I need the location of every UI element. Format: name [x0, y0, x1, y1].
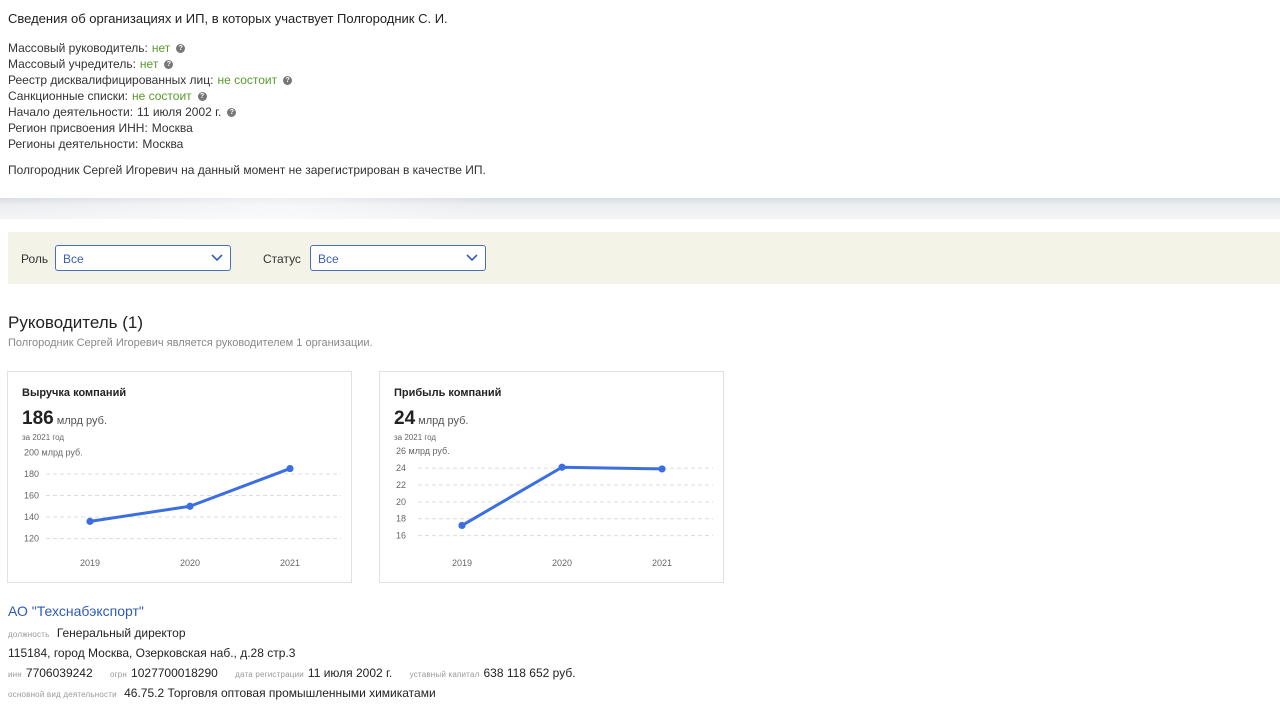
profit-chart: 16 18 20 22 24 26 млрд руб. 2019 2020 2021	[396, 446, 713, 568]
card-year: за 2021 год	[394, 433, 437, 442]
x-tick-label: 2021	[280, 558, 300, 568]
y-tick-label: 26 млрд руб.	[396, 446, 450, 456]
fact-value: 11 июля 2002 г.	[137, 105, 222, 119]
card-value: 24 млрд руб.	[394, 408, 468, 430]
fact-value: нет	[139, 57, 159, 71]
help-icon[interactable]: ?	[283, 75, 293, 85]
org-position-row: должность Генеральный директор	[8, 626, 186, 640]
x-tick-label: 2020	[180, 558, 200, 568]
fact-value: нет	[151, 41, 171, 55]
capital-label: уставный капитал	[409, 670, 480, 679]
fact-row: Регионы деятельности: Москва	[8, 136, 292, 152]
ip-note: Полгородник Сергей Игоревич на данный мо…	[8, 163, 486, 177]
info-panel: Сведения об организациях и ИП, в которых…	[0, 0, 1280, 200]
card-year: за 2021 год	[22, 433, 65, 442]
y-tick-label: 16	[396, 531, 406, 541]
x-tick-label: 2021	[652, 558, 672, 568]
fact-label: Реестр дисквалифицированных лиц:	[8, 73, 214, 87]
position-value: Генеральный директор	[56, 626, 186, 640]
fact-label: Начало деятельности:	[8, 105, 134, 119]
role-label: Роль	[21, 252, 49, 266]
data-point	[658, 465, 666, 473]
ogrn-label: огрн	[110, 670, 128, 679]
fact-label: Регионы деятельности:	[8, 137, 139, 151]
page-title: Сведения об организациях и ИП, в которых…	[8, 11, 448, 26]
org-ids-row: инн 7706039242 огрн 1027700018290 дата рег…	[8, 666, 590, 680]
status-select[interactable]: Все	[310, 245, 486, 271]
activity-label: основной вид деятельности	[8, 690, 117, 699]
y-tick-label: 18	[396, 514, 406, 524]
x-tick-label: 2019	[80, 558, 100, 568]
y-tick-label: 160	[24, 491, 39, 501]
fact-value: не состоит	[131, 89, 192, 103]
fact-label: Регион присвоения ИНН:	[8, 121, 148, 135]
y-tick-label: 120	[24, 534, 39, 544]
x-tick-label: 2019	[452, 558, 472, 568]
help-icon[interactable]: ?	[164, 59, 174, 69]
fact-value: Москва	[151, 121, 193, 135]
fact-label: Массовый учредитель:	[8, 57, 136, 71]
card-value-number: 186	[22, 408, 54, 429]
fact-value: Москва	[142, 137, 184, 151]
facts-list: Массовый руководитель: нет? Массовый учред…	[8, 40, 293, 152]
reg-date-label: дата регистрации	[235, 670, 304, 679]
decorative-band	[0, 198, 1280, 219]
chevron-down-icon	[211, 254, 223, 262]
card-value-number: 24	[394, 408, 416, 429]
status-select-value: Все	[318, 252, 339, 266]
card-value-unit: млрд руб.	[56, 415, 107, 427]
fact-row: Санкционные списки: не состоит?	[8, 88, 292, 104]
help-icon[interactable]: ?	[227, 107, 237, 117]
x-tick-label: 2020	[552, 558, 572, 568]
fact-label: Санкционные списки:	[8, 89, 128, 103]
inn-value: 7706039242	[25, 666, 93, 680]
card-value: 186 млрд руб.	[22, 408, 107, 430]
y-tick-label: 22	[396, 480, 406, 490]
fact-row: Реестр дисквалифицированных лиц: не состо…	[8, 72, 293, 88]
y-tick-label: 140	[24, 512, 39, 522]
y-tick-label: 20	[396, 497, 406, 507]
fact-row: Регион присвоения ИНН: Москва	[8, 120, 292, 136]
chevron-down-icon	[466, 254, 478, 262]
inn-label: инн	[8, 670, 22, 679]
data-point	[286, 464, 294, 473]
data-point	[86, 517, 94, 525]
y-tick-label: 24	[396, 463, 406, 473]
profit-card: Прибыль компаний 24 млрд руб. за 2021 год…	[379, 371, 724, 583]
revenue-card: Выручка компаний 186 млрд руб. за 2021 го…	[7, 371, 352, 583]
org-name-link[interactable]: АО "Техснабэкспорт"	[8, 603, 144, 619]
revenue-chart: 120 140 160 180 200 млрд руб. 2019 2020 2021	[24, 447, 341, 568]
series-line	[460, 465, 664, 527]
position-label: должность	[8, 630, 50, 639]
y-tick-label: 200 млрд руб.	[24, 447, 83, 457]
fact-row: Массовый руководитель: нет?	[8, 40, 292, 56]
section-title: Руководитель (1)	[8, 313, 144, 332]
fact-row: Начало деятельности: 11 июля 2002 г.?	[8, 104, 292, 120]
org-address: 115184, город Москва, Озерковская наб., …	[8, 646, 296, 660]
filter-bar: Роль Все Статус Все	[8, 232, 1280, 284]
card-title: Прибыль компаний	[394, 387, 502, 399]
card-title: Выручка компаний	[22, 387, 127, 399]
card-value-unit: млрд руб.	[418, 415, 469, 427]
role-select[interactable]: Все	[55, 245, 231, 271]
ogrn-value: 1027700018290	[131, 666, 218, 680]
fact-row: Массовый учредитель: нет?	[8, 56, 292, 72]
help-icon[interactable]: ?	[176, 43, 186, 53]
y-tick-label: 180	[24, 469, 39, 479]
series-line	[88, 467, 292, 523]
fact-label: Массовый руководитель:	[8, 41, 148, 55]
data-point	[558, 463, 566, 471]
data-point	[458, 521, 466, 530]
fact-value: не состоит	[217, 73, 278, 87]
role-select-value: Все	[63, 252, 84, 266]
org-activity-row: основной вид деятельности 46.75.2 Торгов…	[8, 686, 436, 700]
activity-value: 46.75.2 Торговля оптовая промышленными х…	[124, 686, 436, 700]
help-icon[interactable]: ?	[197, 91, 207, 101]
section-subtitle: Полгородник Сергей Игоревич является рук…	[8, 337, 373, 349]
capital-value: 638 118 652 руб.	[483, 666, 576, 680]
reg-date-value: 11 июля 2002 г.	[307, 666, 393, 680]
data-point	[186, 502, 194, 510]
status-label: Статус	[263, 252, 301, 266]
